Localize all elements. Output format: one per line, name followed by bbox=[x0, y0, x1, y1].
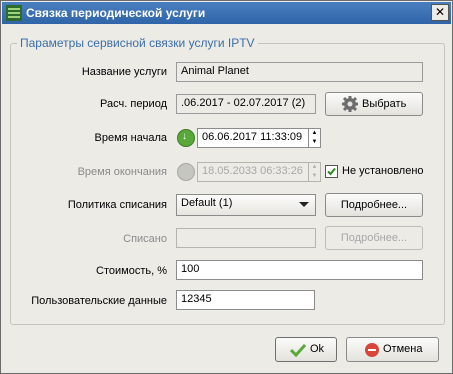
written-off-field bbox=[176, 228, 316, 248]
write-off-policy-value: Default (1) bbox=[181, 197, 233, 209]
period-field: .06.2017 - 02.07.2017 (2) bbox=[176, 94, 316, 114]
cancel-label: Отмена bbox=[383, 343, 423, 355]
cost-input[interactable]: 100 bbox=[176, 260, 423, 280]
chevron-down-icon bbox=[299, 202, 309, 207]
not-set-checkbox[interactable] bbox=[325, 165, 338, 178]
gear-icon bbox=[342, 96, 358, 112]
period-label: Расч. период bbox=[100, 98, 167, 110]
ok-label: Ok bbox=[310, 343, 325, 355]
end-time-spinner: ▲ ▼ bbox=[308, 163, 320, 181]
user-data-input[interactable]: 12345 bbox=[176, 290, 315, 310]
close-button[interactable]: ✕ bbox=[431, 4, 449, 21]
policy-details-button[interactable]: Подробнее... bbox=[325, 193, 423, 217]
end-time-toggle-icon bbox=[177, 163, 195, 181]
written-off-label: Списано bbox=[123, 233, 167, 245]
start-time-label: Время начала bbox=[94, 132, 167, 144]
written-off-details-button: Подробнее... bbox=[325, 226, 423, 250]
user-data-label: Пользовательские данные bbox=[31, 295, 167, 307]
start-time-toggle-icon[interactable]: ↓ bbox=[177, 129, 195, 147]
end-time-input: 18.05.2033 06:33:26 ▲ ▼ bbox=[197, 162, 321, 182]
checkmark-icon bbox=[290, 343, 306, 357]
end-time-label: Время окончания bbox=[77, 166, 167, 178]
close-icon: ✕ bbox=[434, 5, 446, 19]
app-icon bbox=[6, 5, 22, 21]
dialog-window: Связка периодической услуги ✕ Параметры … bbox=[0, 0, 453, 374]
end-time-value: 18.05.2033 06:33:26 bbox=[202, 165, 303, 177]
service-name-field: Animal Planet bbox=[176, 62, 423, 82]
group-title: Параметры сервисной связки услуги IPTV bbox=[17, 36, 258, 50]
title-bar[interactable]: Связка периодической услуги ✕ bbox=[2, 2, 451, 24]
cancel-button[interactable]: Отмена bbox=[346, 337, 439, 362]
not-set-label[interactable]: Не установлено bbox=[342, 165, 424, 177]
write-off-policy-label: Политика списания bbox=[67, 199, 167, 211]
choose-period-label: Выбрать bbox=[362, 98, 407, 110]
cancel-icon bbox=[365, 343, 379, 357]
start-time-value: 06.06.2017 11:33:09 bbox=[202, 131, 303, 143]
cost-label: Стоимость, % bbox=[96, 265, 167, 277]
start-time-input[interactable]: 06.06.2017 11:33:09 ▲ ▼ bbox=[197, 128, 321, 148]
choose-period-button[interactable]: Выбрать bbox=[325, 92, 423, 116]
service-params-group bbox=[10, 43, 445, 325]
window-title: Связка периодической услуги bbox=[26, 6, 206, 20]
write-off-policy-select[interactable]: Default (1) bbox=[176, 194, 316, 216]
ok-button[interactable]: Ok bbox=[275, 337, 337, 362]
start-time-spinner[interactable]: ▲ ▼ bbox=[308, 129, 320, 147]
service-name-label: Название услуги bbox=[81, 66, 167, 78]
checkmark-icon bbox=[327, 167, 336, 176]
